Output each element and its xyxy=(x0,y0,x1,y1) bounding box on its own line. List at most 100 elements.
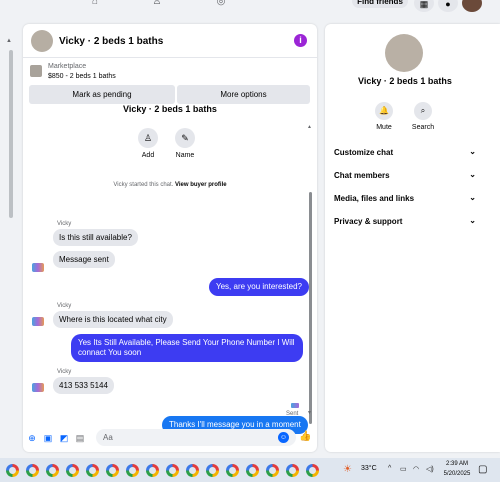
message-sender: Vicky xyxy=(57,369,72,375)
chat-details-panel: Vicky · 2 beds 1 baths 🔔 Mute ⌕ Search C… xyxy=(325,24,500,452)
name-label: Name xyxy=(175,152,195,159)
groups-icon[interactable]: ◎ xyxy=(214,0,228,8)
more-options-button[interactable]: More options xyxy=(177,85,310,104)
add-label: Add xyxy=(141,152,155,159)
chevron-down-icon: ⌄ xyxy=(469,170,476,179)
listing-thumbnail xyxy=(30,65,42,77)
clock-date[interactable]: 5/20/2025 xyxy=(440,471,474,477)
marketplace-listing[interactable]: Marketplace $850 - 2 beds 1 baths xyxy=(23,58,317,84)
chrome-icon[interactable] xyxy=(106,464,119,477)
chevron-up-icon[interactable]: ^ xyxy=(388,465,391,472)
chevron-down-icon: ⌄ xyxy=(469,193,476,202)
gif-icon[interactable]: ▤ xyxy=(75,433,85,443)
incoming-message[interactable]: 413 533 5144 xyxy=(53,377,114,394)
emoji-icon[interactable]: ☺ xyxy=(278,432,289,443)
mute-button[interactable]: 🔔 Mute xyxy=(364,102,404,131)
weather-icon[interactable]: ☀ xyxy=(343,464,355,476)
privacy-support-item[interactable]: Privacy & support ⌄ xyxy=(334,216,476,226)
view-buyer-profile-link[interactable]: View buyer profile xyxy=(175,182,227,188)
contact-avatar[interactable] xyxy=(385,34,423,72)
bell-icon: 🔔 xyxy=(375,102,393,120)
sender-avatar[interactable] xyxy=(32,263,44,272)
notification-center-icon[interactable]: ▢ xyxy=(478,464,487,475)
notifications-bell-icon[interactable]: ● xyxy=(438,0,458,12)
clock-time[interactable]: 2:39 AM xyxy=(442,461,472,467)
search-icon: ⌕ xyxy=(414,102,432,120)
sticker-icon[interactable]: ◩ xyxy=(59,433,69,443)
chrome-icon[interactable] xyxy=(166,464,179,477)
display-icon[interactable]: ▭ xyxy=(400,465,407,473)
wifi-icon[interactable]: ◠ xyxy=(413,465,419,473)
message-sender: Vicky xyxy=(57,221,72,227)
conversation-title: Vicky · 2 beds 1 baths xyxy=(123,104,217,114)
volume-icon[interactable]: ◁) xyxy=(426,465,434,473)
incoming-message[interactable]: Is this still available? xyxy=(53,229,138,246)
search-button[interactable]: ⌕ Search xyxy=(403,102,443,131)
home-icon[interactable]: ⌂ xyxy=(88,0,102,8)
weather-temperature[interactable]: 33°C xyxy=(361,465,377,472)
mark-as-pending-button[interactable]: Mark as pending xyxy=(29,85,175,104)
started-text: Vicky started this chat. xyxy=(113,182,174,188)
chat-window: Vicky · 2 beds 1 baths i Marketplace $85… xyxy=(23,24,317,452)
find-friends-button[interactable]: Find friends xyxy=(352,0,408,8)
chrome-icon[interactable] xyxy=(306,464,319,477)
chrome-icon[interactable] xyxy=(66,464,79,477)
message-input[interactable]: Aa xyxy=(96,429,296,446)
search-label: Search xyxy=(411,124,435,131)
taskbar: ☀ 33°C ^ ▭ ◠ ◁) 2:39 AM 5/20/2025 ▢ xyxy=(0,458,500,482)
chat-scroll-up-icon[interactable]: ▲ xyxy=(307,124,312,130)
chrome-icon[interactable] xyxy=(286,464,299,477)
outgoing-message[interactable]: Yes, are you interested? xyxy=(209,278,309,296)
chrome-icon[interactable] xyxy=(26,464,39,477)
chrome-icon[interactable] xyxy=(246,464,259,477)
message-list: Vicky · 2 beds 1 baths ♙ Add ✎ Name Vick… xyxy=(23,104,317,434)
mute-label: Mute xyxy=(376,124,392,131)
chrome-icon[interactable] xyxy=(6,464,19,477)
page-scrollbar[interactable] xyxy=(9,50,13,218)
item-label: Media, files and links xyxy=(334,194,415,203)
item-label: Customize chat xyxy=(334,148,394,157)
incoming-message[interactable]: Message sent xyxy=(53,251,115,268)
add-button[interactable]: ♙ Add xyxy=(133,128,163,159)
chat-scroll-down-icon[interactable]: ▼ xyxy=(307,410,312,416)
chat-members-item[interactable]: Chat members ⌄ xyxy=(334,170,476,180)
chrome-icon[interactable] xyxy=(46,464,59,477)
profile-avatar[interactable] xyxy=(462,0,482,12)
plus-icon[interactable]: ⊕ xyxy=(27,433,37,443)
marketplace-label: Marketplace xyxy=(48,63,87,70)
image-icon[interactable]: ▣ xyxy=(43,433,53,443)
incoming-message[interactable]: Where is this located what city xyxy=(53,311,173,328)
chat-scrollbar[interactable] xyxy=(309,192,312,424)
like-icon[interactable]: 👍 xyxy=(299,431,311,442)
name-button[interactable]: ✎ Name xyxy=(170,128,200,159)
chrome-icon[interactable] xyxy=(146,464,159,477)
message-line: connact You soon xyxy=(78,348,142,357)
chevron-down-icon: ⌄ xyxy=(469,147,476,156)
menu-grid-icon[interactable]: ▦ xyxy=(414,0,434,12)
item-label: Privacy & support xyxy=(334,217,403,226)
sent-status: Sent xyxy=(286,411,299,417)
seen-avatar xyxy=(291,403,299,408)
chrome-icon[interactable] xyxy=(126,464,139,477)
media-files-links-item[interactable]: Media, files and links ⌄ xyxy=(334,193,476,203)
scroll-up-arrow-icon[interactable]: ▲ xyxy=(6,38,12,44)
message-composer: ⊕ ▣ ◩ ▤ Aa ☺ 👍 xyxy=(23,426,317,450)
info-icon[interactable]: i xyxy=(294,34,307,47)
chat-title[interactable]: Vicky · 2 beds 1 baths xyxy=(59,36,163,47)
chat-started-notice: Vicky started this chat. View buyer prof… xyxy=(23,182,317,188)
chrome-icon[interactable] xyxy=(226,464,239,477)
sender-avatar[interactable] xyxy=(32,317,44,326)
sender-avatar[interactable] xyxy=(32,383,44,392)
contact-title: Vicky · 2 beds 1 baths xyxy=(358,76,452,86)
chrome-icon[interactable] xyxy=(206,464,219,477)
add-person-icon: ♙ xyxy=(138,128,158,148)
customize-chat-item[interactable]: Customize chat ⌄ xyxy=(334,147,476,157)
chat-header: Vicky · 2 beds 1 baths i xyxy=(23,24,317,58)
chrome-icon[interactable] xyxy=(186,464,199,477)
top-navigation: ⌂ ♙ ◎ Find friends ▦ ● xyxy=(0,0,500,14)
chrome-icon[interactable] xyxy=(266,464,279,477)
friends-icon[interactable]: ♙ xyxy=(150,0,164,8)
outgoing-message[interactable]: Yes Its Still Available, Please Send You… xyxy=(71,334,303,362)
chat-avatar[interactable] xyxy=(31,30,53,52)
chrome-icon[interactable] xyxy=(86,464,99,477)
